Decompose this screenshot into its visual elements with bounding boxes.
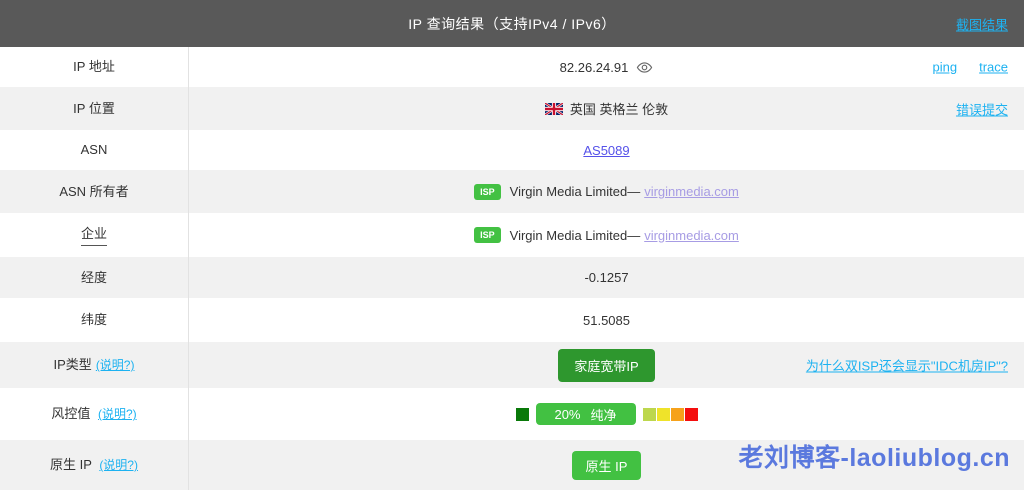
risk-score-pill: 20% 纯净 — [536, 403, 636, 425]
native-ip-help-link[interactable]: (说明?) — [99, 458, 138, 472]
company-domain-link[interactable]: virginmedia.com — [644, 228, 739, 243]
row-value-cell: ISP Virgin Media Limited— virginmedia.co… — [189, 170, 1024, 213]
row-value-cell: 家庭宽带IP 为什么双ISP还会显示"IDC机房IP"? — [189, 342, 1024, 388]
row-value-cell: ISP Virgin Media Limited— virginmedia.co… — [189, 213, 1024, 257]
row-label: ASN — [0, 130, 189, 170]
row-label: 原生 IP (说明?) — [0, 440, 189, 490]
table-row-latitude: 纬度 51.5085 — [0, 298, 1024, 342]
company-value: Virgin Media Limited— — [510, 228, 641, 243]
ping-link[interactable]: ping — [933, 60, 958, 75]
screenshot-result-link[interactable]: 截图结果 — [956, 14, 1008, 33]
error-submit-link[interactable]: 错误提交 — [956, 99, 1008, 118]
risk-value-help-link[interactable]: (说明?) — [98, 407, 137, 421]
row-label: ASN 所有者 — [0, 170, 189, 213]
uk-flag-icon — [545, 103, 563, 115]
table-row-risk-value: 风控值 (说明?) 20% 纯净 — [0, 388, 1024, 440]
scale-square-yellow — [657, 408, 670, 421]
row-label: 风控值 (说明?) — [0, 388, 189, 440]
risk-marker-square — [516, 408, 529, 421]
table-row-ip-address: IP 地址 82.26.24.91 ping trace — [0, 47, 1024, 87]
row-label: IP 位置 — [0, 87, 189, 130]
table-row-ip-location: IP 位置 英国 英格兰 伦敦 错误提交 — [0, 87, 1024, 130]
risk-gauge: 20% 纯净 — [516, 403, 698, 425]
scale-square-green — [643, 408, 656, 421]
row-value-cell: 51.5085 — [189, 298, 1024, 342]
ip-result-table: IP 地址 82.26.24.91 ping trace IP 位置 — [0, 47, 1024, 490]
scale-square-red — [685, 408, 698, 421]
ip-address-value: 82.26.24.91 — [560, 60, 629, 75]
row-value-cell: 20% 纯净 — [189, 388, 1024, 440]
table-row-longitude: 经度 -0.1257 — [0, 257, 1024, 298]
table-row-ip-type: IP类型(说明?) 家庭宽带IP 为什么双ISP还会显示"IDC机房IP"? — [0, 342, 1024, 388]
isp-badge: ISP — [474, 227, 501, 243]
row-value-cell: -0.1257 — [189, 257, 1024, 298]
row-label: 纬度 — [0, 298, 189, 342]
trace-link[interactable]: trace — [979, 60, 1008, 75]
row-label: IP类型(说明?) — [0, 342, 189, 388]
native-ip-button[interactable]: 原生 IP — [572, 451, 642, 480]
page-title: IP 查询结果（支持IPv4 / IPv6） — [408, 14, 616, 34]
table-row-asn-owner: ASN 所有者 ISP Virgin Media Limited— virgin… — [0, 170, 1024, 213]
risk-percent: 20% — [554, 407, 580, 422]
isp-badge: ISP — [474, 184, 501, 200]
watermark: 老刘博客-laoliublog.cn — [739, 438, 1011, 474]
row-label: 企业 — [0, 213, 189, 257]
asn-owner-domain-link[interactable]: virginmedia.com — [644, 184, 739, 199]
latitude-value: 51.5085 — [583, 313, 630, 328]
header-bar: IP 查询结果（支持IPv4 / IPv6） 截图结果 — [0, 0, 1024, 47]
longitude-value: -0.1257 — [584, 270, 628, 285]
ip-location-value: 英国 英格兰 伦敦 — [570, 99, 668, 118]
table-row-asn: ASN AS5089 — [0, 130, 1024, 170]
asn-link[interactable]: AS5089 — [583, 143, 629, 158]
dual-isp-question-link[interactable]: 为什么双ISP还会显示"IDC机房IP"? — [806, 356, 1008, 375]
ip-type-button[interactable]: 家庭宽带IP — [558, 349, 654, 382]
row-value-cell: 英国 英格兰 伦敦 错误提交 — [189, 87, 1024, 130]
row-label: 经度 — [0, 257, 189, 298]
table-row-company: 企业 ISP Virgin Media Limited— virginmedia… — [0, 213, 1024, 257]
risk-status: 纯净 — [591, 405, 617, 424]
row-value-cell: AS5089 — [189, 130, 1024, 170]
asn-owner-value: Virgin Media Limited— — [510, 184, 641, 199]
risk-color-scale — [643, 408, 698, 421]
ip-type-help-link[interactable]: (说明?) — [96, 358, 135, 372]
eye-icon[interactable] — [636, 59, 653, 76]
scale-square-orange — [671, 408, 684, 421]
row-label: IP 地址 — [0, 47, 189, 87]
row-value-cell: 82.26.24.91 ping trace — [189, 47, 1024, 87]
